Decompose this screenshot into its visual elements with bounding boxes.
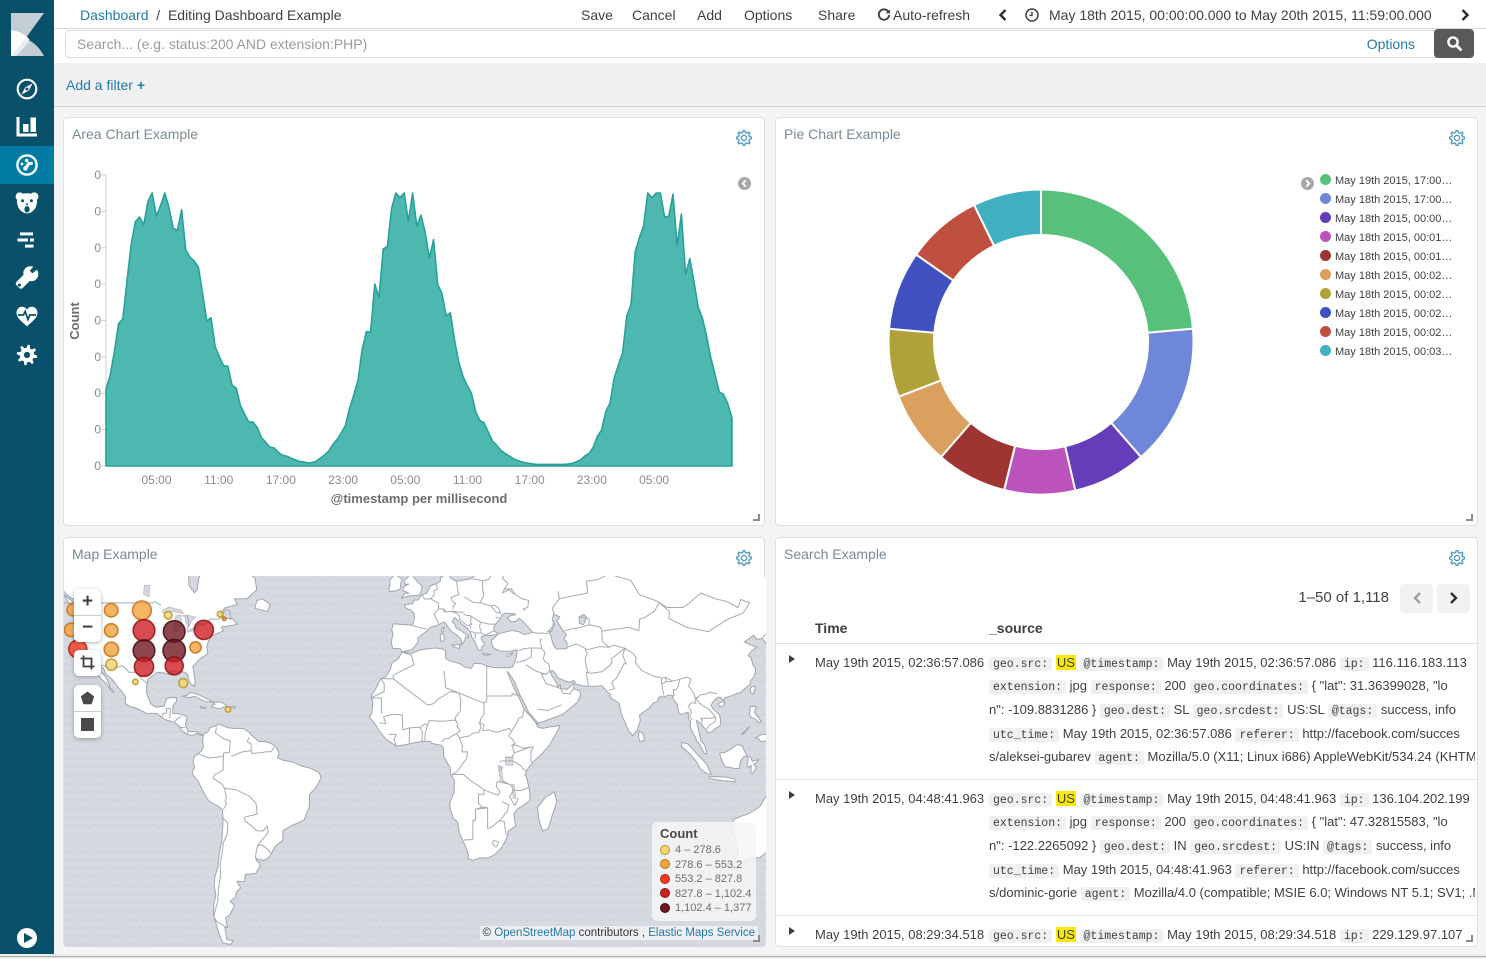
svg-text:@timestamp per millisecond: @timestamp per millisecond xyxy=(331,491,508,506)
svg-text:17:00: 17:00 xyxy=(266,473,296,487)
svg-text:0: 0 xyxy=(94,168,101,182)
svg-text:0: 0 xyxy=(94,386,101,400)
svg-text:0: 0 xyxy=(94,350,101,364)
svg-text:Count: Count xyxy=(67,302,82,340)
svg-text:0: 0 xyxy=(94,204,101,218)
svg-text:17:00: 17:00 xyxy=(515,473,545,487)
svg-text:23:00: 23:00 xyxy=(328,473,358,487)
svg-text:0: 0 xyxy=(94,241,101,255)
svg-text:05:00: 05:00 xyxy=(390,473,420,487)
svg-text:23:00: 23:00 xyxy=(577,473,607,487)
svg-text:05:00: 05:00 xyxy=(639,473,669,487)
svg-text:0: 0 xyxy=(94,314,101,328)
svg-text:0: 0 xyxy=(94,423,101,437)
svg-text:0: 0 xyxy=(94,277,101,291)
svg-text:0: 0 xyxy=(94,459,101,473)
svg-text:11:00: 11:00 xyxy=(204,473,233,487)
svg-text:05:00: 05:00 xyxy=(141,473,171,487)
svg-text:11:00: 11:00 xyxy=(453,473,482,487)
